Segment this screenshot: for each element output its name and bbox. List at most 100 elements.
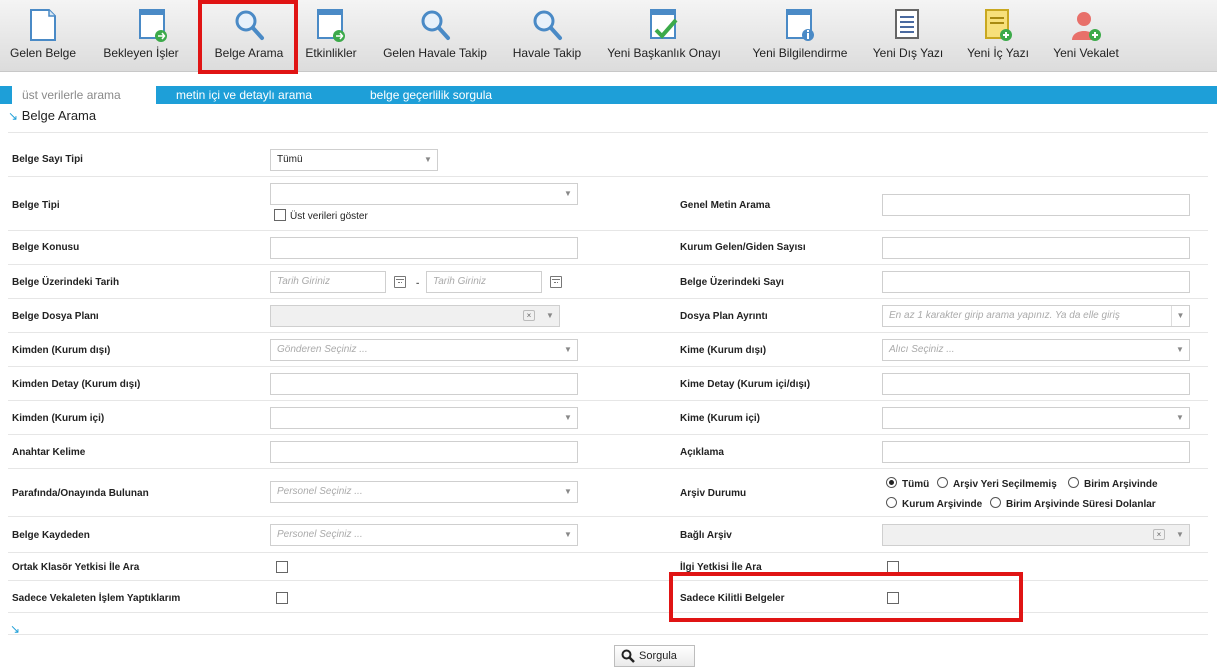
tab-ust-verilerle-arama[interactable]: üst verilerle arama bbox=[12, 86, 156, 104]
divider bbox=[8, 366, 1208, 367]
chevron-down-icon: ▼ bbox=[564, 189, 572, 198]
document-info-icon bbox=[786, 9, 814, 41]
input-tarih-baslangic[interactable]: Tarih Giriniz bbox=[270, 271, 386, 293]
divider bbox=[8, 468, 1208, 469]
input-genel-metin[interactable] bbox=[882, 194, 1190, 216]
toolbar-belge-arama[interactable]: Belge Arama bbox=[206, 0, 292, 72]
chevron-down-icon: ▼ bbox=[564, 345, 572, 354]
select-kimden-disi[interactable]: Gönderen Seçiniz ... ▼ bbox=[270, 339, 578, 361]
chevron-down-icon: ▼ bbox=[564, 487, 572, 496]
search-icon bbox=[235, 10, 264, 40]
calendar-icon[interactable] bbox=[550, 276, 562, 288]
label-kimden-ici: Kimden (Kurum içi) bbox=[12, 413, 105, 424]
toolbar-havale-takip[interactable]: Havale Takip bbox=[504, 0, 590, 72]
document-forward-icon bbox=[317, 9, 345, 42]
select-belge-tipi[interactable]: ▼ bbox=[270, 183, 578, 205]
checkbox-ortak-klasor[interactable] bbox=[276, 561, 288, 573]
divider bbox=[8, 332, 1208, 333]
divider bbox=[8, 176, 1208, 177]
divider bbox=[8, 264, 1208, 265]
toolbar-yeni-vekalet[interactable]: Yeni Vekalet bbox=[1046, 0, 1126, 72]
input-anahtar-kelime[interactable] bbox=[270, 441, 578, 463]
date-separator: - bbox=[416, 278, 420, 289]
checkbox-vekaleten[interactable] bbox=[276, 592, 288, 604]
label-ortak-klasor: Ortak Klasör Yetkisi İle Ara bbox=[12, 562, 140, 573]
label-belge-tipi: Belge Tipi bbox=[12, 200, 60, 211]
divider bbox=[8, 552, 1208, 553]
radio-birim-arsivinde[interactable] bbox=[1068, 477, 1079, 488]
toolbar-gelen-havale-takip[interactable]: Gelen Havale Takip bbox=[372, 0, 498, 72]
chevron-down-icon: ▼ bbox=[424, 155, 432, 164]
input-kurum-sayisi[interactable] bbox=[882, 237, 1190, 259]
chevron-down-icon: ▼ bbox=[1176, 530, 1184, 539]
radio-kurum-arsivinde[interactable] bbox=[886, 497, 897, 508]
chevron-down-icon: ▼ bbox=[1176, 345, 1184, 354]
select-bagli-arsiv[interactable]: × ▼ bbox=[882, 524, 1190, 546]
checkbox-ust-verileri-goster[interactable] bbox=[274, 209, 286, 221]
label-belge-sayi: Belge Üzerindeki Sayı bbox=[680, 277, 784, 288]
user-add-icon bbox=[1072, 12, 1101, 41]
label-vekaleten: Sadece Vekaleten İşlem Yaptıklarım bbox=[12, 593, 181, 604]
label-kurum-sayisi: Kurum Gelen/Giden Sayısı bbox=[680, 242, 806, 253]
checkbox-kilitli[interactable] bbox=[887, 592, 899, 604]
tab-metin-ici-arama[interactable]: metin içi ve detaylı arama bbox=[166, 86, 322, 104]
toolbar-yeni-baskanlik-onayi[interactable]: Yeni Başkanlık Onayı bbox=[598, 0, 730, 72]
divider bbox=[8, 612, 1208, 613]
chevron-down-icon: ▼ bbox=[564, 530, 572, 539]
label-ilgi-yetkisi: İlgi Yetkisi İle Ara bbox=[680, 562, 762, 573]
select-kaydeden[interactable]: Personel Seçiniz ... ▼ bbox=[270, 524, 578, 546]
calendar-icon[interactable] bbox=[394, 276, 406, 288]
select-dosya-plani[interactable]: × ▼ bbox=[270, 305, 560, 327]
toolbar-etkinlikler[interactable]: Etkinlikler bbox=[298, 0, 364, 72]
toolbar-gelen-belge[interactable]: Gelen Belge bbox=[10, 0, 76, 72]
label-dosya-plani: Belge Dosya Planı bbox=[12, 311, 99, 322]
document-forward-icon bbox=[139, 9, 167, 42]
input-dosya-ayrinti[interactable]: En az 1 karakter girip arama yapınız. Ya… bbox=[882, 305, 1190, 327]
input-aciklama[interactable] bbox=[882, 441, 1190, 463]
input-belge-konusu[interactable] bbox=[270, 237, 578, 259]
label-belge-konusu: Belge Konusu bbox=[12, 242, 80, 253]
chevron-down-icon: ▼ bbox=[1176, 413, 1184, 422]
toolbar-yeni-bilgilendirme[interactable]: Yeni Bilgilendirme bbox=[740, 0, 860, 72]
select-belge-sayi-tipi[interactable]: Tümü ▼ bbox=[270, 149, 438, 171]
section-title: ↘ Belge Arama bbox=[8, 108, 97, 123]
input-kimden-detay[interactable] bbox=[270, 373, 578, 395]
chevron-down-icon: ▼ bbox=[546, 311, 554, 320]
checkbox-ilgi-yetkisi[interactable] bbox=[887, 561, 899, 573]
search-icon bbox=[421, 10, 450, 40]
clear-icon[interactable]: × bbox=[523, 310, 535, 321]
divider bbox=[8, 132, 1208, 133]
divider bbox=[8, 516, 1208, 517]
label-dosya-ayrinti: Dosya Plan Ayrıntı bbox=[680, 311, 768, 322]
label-anahtar-kelime: Anahtar Kelime bbox=[12, 447, 86, 458]
select-kimden-ici[interactable]: ▼ bbox=[270, 407, 578, 429]
toolbar-bekleyen-isler[interactable]: Bekleyen İşler bbox=[82, 0, 200, 72]
input-kime-detay[interactable] bbox=[882, 373, 1190, 395]
divider bbox=[8, 580, 1208, 581]
tab-belge-gecerlilik[interactable]: belge geçerlilik sorgula bbox=[360, 86, 502, 104]
divider bbox=[8, 400, 1208, 401]
search-icon bbox=[533, 10, 562, 40]
input-belge-sayi[interactable] bbox=[882, 271, 1190, 293]
collapse-arrow-icon[interactable]: ↘ bbox=[8, 109, 18, 123]
sorgula-button[interactable]: Sorgula bbox=[614, 645, 695, 667]
divider bbox=[8, 298, 1208, 299]
toolbar-yeni-dis-yazi[interactable]: Yeni Dış Yazı bbox=[866, 0, 950, 72]
document-check-icon bbox=[650, 9, 678, 39]
radio-arsiv-yeri-secilmemis[interactable] bbox=[937, 477, 948, 488]
label-aciklama: Açıklama bbox=[680, 447, 724, 458]
select-parafinda[interactable]: Personel Seçiniz ... ▼ bbox=[270, 481, 578, 503]
input-tarih-bitis[interactable]: Tarih Giriniz bbox=[426, 271, 542, 293]
label-kime-detay: Kime Detay (Kurum içi/dışı) bbox=[680, 379, 811, 390]
document-add-icon bbox=[985, 9, 1012, 41]
label-kimden-disi: Kimden (Kurum dışı) bbox=[12, 345, 111, 356]
select-kime-ici[interactable]: ▼ bbox=[882, 407, 1190, 429]
radio-birim-suresi-dolanlar[interactable] bbox=[990, 497, 1001, 508]
toolbar-yeni-ic-yazi[interactable]: Yeni İç Yazı bbox=[958, 0, 1038, 72]
clear-icon[interactable]: × bbox=[1153, 529, 1165, 540]
search-icon bbox=[621, 649, 635, 663]
select-kime-disi[interactable]: Alıcı Seçiniz ... ▼ bbox=[882, 339, 1190, 361]
label-kime-ici: Kime (Kurum içi) bbox=[680, 413, 761, 424]
label-bagli-arsiv: Bağlı Arşiv bbox=[680, 530, 732, 541]
radio-arsiv-tumu[interactable] bbox=[886, 477, 897, 488]
